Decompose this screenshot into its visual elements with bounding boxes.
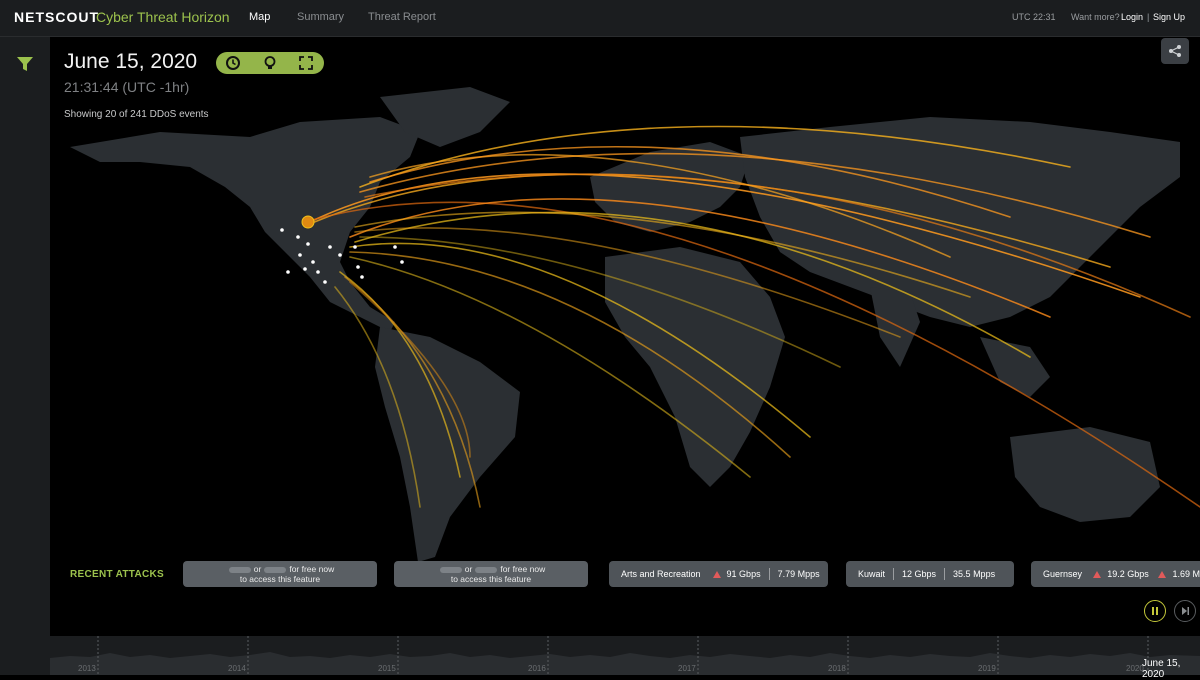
asia bbox=[740, 117, 1180, 327]
timeline-year: 2014 bbox=[228, 664, 246, 673]
timeline-scrubber[interactable] bbox=[50, 636, 1200, 675]
nav-map[interactable]: Map bbox=[249, 11, 270, 23]
skip-forward-icon bbox=[1182, 607, 1189, 615]
share-button[interactable] bbox=[1161, 38, 1189, 64]
want-more-label: Want more? bbox=[1071, 12, 1120, 22]
attack-card-guernsey[interactable]: Guernsey 19.2 Gbps 1.69 M bbox=[1031, 561, 1200, 587]
australia bbox=[1010, 427, 1160, 522]
timeline-year: 2018 bbox=[828, 664, 846, 673]
attack-card-gbps: 91 Gbps bbox=[726, 569, 761, 579]
attack-card-gbps: 19.2 Gbps bbox=[1107, 569, 1149, 579]
timeline-year: 2019 bbox=[978, 664, 996, 673]
nav-summary[interactable]: Summary bbox=[297, 11, 344, 23]
locked-attack-card-2[interactable]: or for free now to access this feature bbox=[394, 561, 588, 587]
timeline-year: 2017 bbox=[678, 664, 696, 673]
map-controls bbox=[216, 52, 324, 74]
current-date: June 15, 2020 bbox=[64, 50, 198, 73]
filter-icon[interactable] bbox=[16, 55, 34, 78]
share-icon bbox=[1169, 45, 1181, 57]
source-hub bbox=[301, 215, 315, 229]
world-map-svg bbox=[70, 87, 1200, 562]
alert-triangle-icon bbox=[1158, 570, 1167, 578]
recent-attacks-label: RECENT ATTACKS bbox=[70, 569, 165, 580]
header-divider: | bbox=[1147, 12, 1150, 22]
skip-forward-button[interactable] bbox=[1174, 600, 1196, 622]
pause-icon bbox=[1152, 607, 1158, 615]
timeline-activity bbox=[50, 636, 1200, 675]
nav-threat-report[interactable]: Threat Report bbox=[368, 11, 436, 23]
attack-card-kuwait[interactable]: Kuwait 12 Gbps 35.5 Mpps bbox=[846, 561, 1014, 587]
locked-attack-card-1[interactable]: or for free now to access this feature bbox=[183, 561, 377, 587]
alert-triangle-icon bbox=[712, 570, 721, 578]
attack-card-mpps: 35.5 Mpps bbox=[953, 569, 996, 579]
utc-clock: UTC 22:31 bbox=[1012, 12, 1056, 22]
attack-card-mpps: 7.79 Mpps bbox=[777, 569, 820, 579]
fullscreen-icon[interactable] bbox=[297, 54, 315, 72]
southeast-asia bbox=[980, 337, 1050, 397]
product-name: Cyber Threat Horizon bbox=[96, 9, 230, 25]
continents bbox=[70, 87, 1180, 562]
timeline-year: 2016 bbox=[528, 664, 546, 673]
pause-button[interactable] bbox=[1144, 600, 1166, 622]
attack-card-name: Guernsey bbox=[1043, 569, 1083, 579]
attack-card-gbps: 12 Gbps bbox=[902, 569, 937, 579]
south-america bbox=[375, 327, 520, 562]
alert-triangle-icon bbox=[1093, 570, 1102, 578]
current-time: 21:31:44 (UTC -1hr) bbox=[64, 79, 190, 95]
lightbulb-icon[interactable] bbox=[261, 54, 279, 72]
login-link[interactable]: Login bbox=[1121, 12, 1143, 22]
attack-card-name: Arts and Recreation bbox=[621, 569, 701, 579]
brand-logo: NETSCOUT bbox=[14, 9, 99, 25]
attack-card-arts[interactable]: Arts and Recreation 91 Gbps 7.79 Mpps bbox=[609, 561, 828, 587]
events-count: Showing 20 of 241 DDoS events bbox=[64, 109, 209, 120]
timeline-year: 2013 bbox=[78, 664, 96, 673]
top-bar: NETSCOUT Cyber Threat Horizon Map Summar… bbox=[0, 0, 1200, 37]
attack-card-mpps: 1.69 M bbox=[1172, 569, 1200, 579]
clock-icon[interactable] bbox=[224, 54, 242, 72]
signup-link[interactable]: Sign Up bbox=[1153, 12, 1185, 22]
attack-card-name: Kuwait bbox=[858, 569, 886, 579]
attack-map[interactable] bbox=[50, 37, 1200, 637]
sidebar bbox=[0, 37, 50, 675]
timeline-year: 2015 bbox=[378, 664, 396, 673]
timeline-current-date: June 15, 2020 bbox=[1142, 658, 1181, 680]
